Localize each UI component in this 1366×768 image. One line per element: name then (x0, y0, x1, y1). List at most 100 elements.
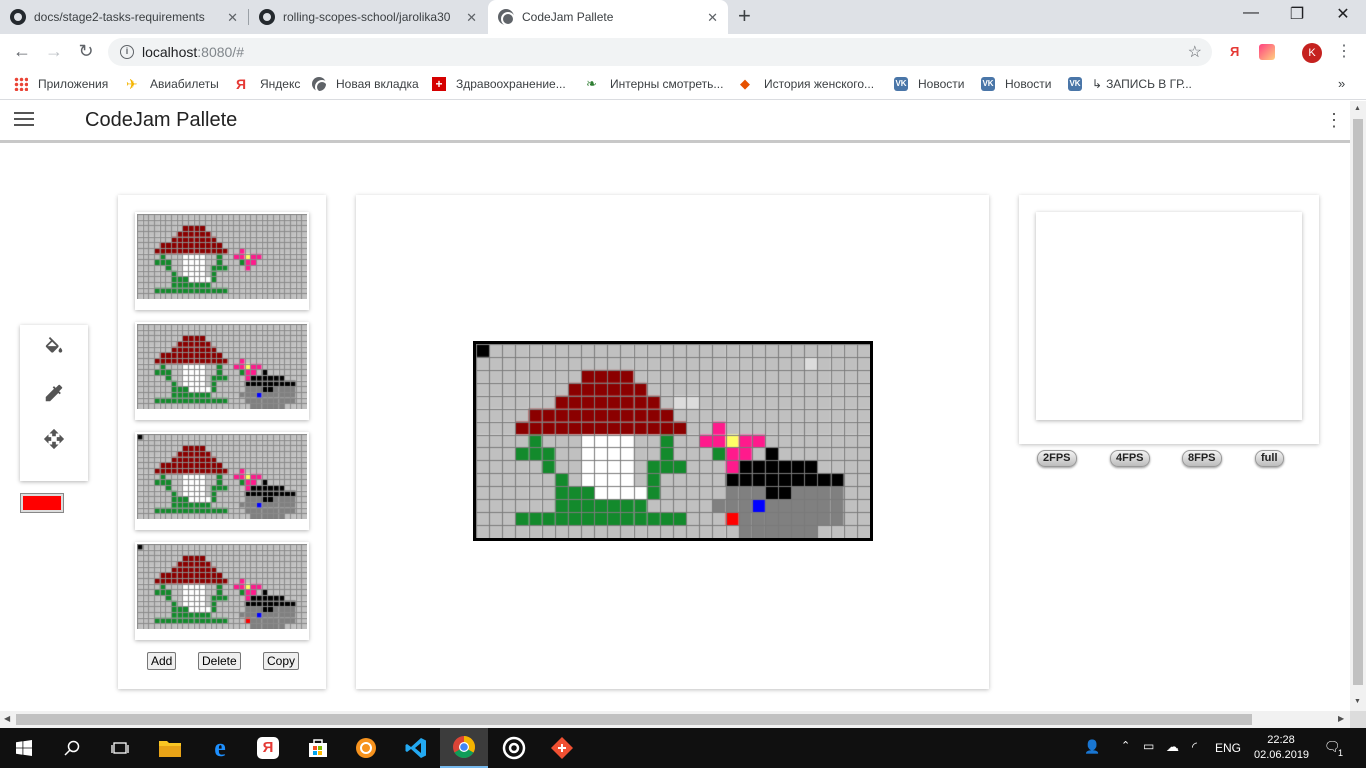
show-hidden-icons[interactable]: ⌃ (1121, 739, 1130, 752)
close-icon[interactable]: ✕ (466, 10, 477, 26)
app-menu-icon[interactable]: ⋮ (1325, 110, 1343, 131)
scroll-left-icon[interactable]: ◀ (4, 714, 10, 723)
battery-icon[interactable]: ▭ (1143, 739, 1154, 753)
reload-button[interactable]: ↻ (75, 41, 97, 62)
bookmark-history[interactable]: ◆ История женского... (740, 77, 874, 92)
minimize-button[interactable]: — (1228, 4, 1274, 22)
move-tool[interactable] (42, 427, 66, 451)
yandex-extension-icon[interactable]: Я (1230, 44, 1239, 59)
current-color-swatch[interactable] (20, 493, 64, 513)
back-button[interactable]: ← (11, 41, 33, 62)
bookmark-new-tab[interactable]: Новая вкладка (312, 77, 419, 94)
horizontal-scrollbar[interactable]: ◀ ▶ (0, 711, 1350, 728)
bookmark-avia[interactable]: ✈ Авиабилеты (126, 77, 219, 91)
color-picker-tool[interactable] (42, 381, 66, 405)
bookmark-yandex[interactable]: Я Яндекс (236, 77, 300, 91)
screen: { "browser": { "tabs": [ {"title": "docs… (0, 0, 1366, 768)
bookmark-label: Новости (1005, 77, 1052, 91)
tools-panel (20, 325, 88, 481)
scroll-down-icon[interactable]: ▼ (1354, 698, 1361, 705)
tab-rolling-scopes[interactable]: rolling-scopes-school/jarolika30 ✕ (249, 0, 487, 34)
github-icon (259, 9, 275, 25)
taskbar-edge[interactable]: e (196, 728, 244, 768)
hamburger-menu-icon[interactable] (14, 112, 34, 128)
page-viewport: CodeJam Pallete ⋮ Add Delete Copy 2FPS 4… (0, 101, 1350, 711)
fullscreen-button[interactable]: full (1255, 450, 1284, 467)
new-tab-button[interactable]: + (738, 5, 751, 27)
frame-thumbnail[interactable] (135, 212, 309, 310)
gradient-extension-icon[interactable] (1259, 44, 1275, 60)
tab-docs[interactable]: docs/stage2-tasks-requirements ✕ (0, 0, 248, 34)
fps-2-button[interactable]: 2FPS (1037, 450, 1077, 467)
scrollbar-thumb[interactable] (1353, 119, 1363, 685)
url-host: localhost (142, 44, 198, 60)
scroll-corner (1350, 711, 1366, 728)
bookmark-record[interactable]: VK ↳ ЗАПИСЬ В ГР... (1068, 77, 1192, 91)
taskbar-chrome[interactable] (440, 728, 488, 768)
people-icon[interactable]: 👤 (1084, 739, 1100, 755)
settings-app-icon (356, 738, 376, 758)
delete-frame-button[interactable]: Delete (198, 652, 241, 670)
forward-button[interactable]: → (43, 41, 65, 62)
scroll-right-icon[interactable]: ▶ (1338, 714, 1344, 723)
window-close-button[interactable]: ✕ (1320, 4, 1366, 24)
clock[interactable]: 22:28 02.06.2019 (1254, 733, 1310, 763)
address-bar[interactable]: i localhost:8080/# ☆ (108, 38, 1212, 66)
preview-panel (1019, 195, 1319, 444)
start-button[interactable] (0, 728, 48, 768)
taskbar-circle-app[interactable] (490, 728, 538, 768)
task-view-button[interactable] (96, 728, 144, 768)
film-icon: ❧ (586, 76, 597, 91)
fps-4-button[interactable]: 4FPS (1110, 450, 1150, 467)
bookmark-apps[interactable]: Приложения (14, 77, 108, 91)
info-icon[interactable]: i (120, 45, 134, 59)
taskbar-yandex-browser[interactable]: Я (244, 728, 292, 768)
bookmark-news-2[interactable]: VK Новости (981, 77, 1051, 91)
fps-8-button[interactable]: 8FPS (1182, 450, 1222, 467)
bookmarks-bar: Приложения ✈ Авиабилеты Я Яндекс Новая в… (0, 70, 1366, 100)
search-icon (64, 740, 80, 756)
more-bookmarks-icon[interactable]: » (1338, 76, 1345, 91)
url-path: :8080/# (197, 44, 244, 60)
avatar[interactable]: K (1302, 43, 1322, 63)
close-icon[interactable]: ✕ (227, 10, 238, 26)
wifi-icon[interactable]: ◜ (1192, 739, 1197, 755)
globe-icon (312, 77, 329, 94)
taskbar-vscode[interactable] (392, 728, 440, 768)
bookmark-star-icon[interactable]: ☆ (1188, 42, 1202, 62)
bookmark-label: Интерны смотреть... (610, 77, 724, 91)
browser-menu-icon[interactable]: ⋮ (1336, 41, 1352, 61)
taskbar-file-explorer[interactable] (146, 728, 194, 768)
plane-icon: ✈ (126, 76, 138, 92)
scroll-up-icon[interactable]: ▲ (1354, 105, 1361, 112)
taskbar-store[interactable] (294, 728, 342, 768)
file-explorer-icon (159, 741, 181, 757)
paint-bucket-icon (45, 337, 63, 353)
vertical-scrollbar[interactable]: ▲ ▼ (1350, 101, 1366, 711)
scrollbar-thumb[interactable] (16, 714, 1252, 725)
git-icon (551, 737, 573, 759)
restore-button[interactable]: ❐ (1274, 4, 1320, 24)
language-indicator[interactable]: ENG (1215, 741, 1241, 755)
taskbar-git[interactable] (538, 728, 586, 768)
tab-codejam[interactable]: CodeJam Pallete ✕ (488, 0, 728, 34)
taskbar-search[interactable] (48, 728, 96, 768)
taskbar-settings-app[interactable] (342, 728, 390, 768)
clock-date: 02.06.2019 (1254, 749, 1310, 761)
apps-icon (14, 77, 28, 91)
frame-thumbnail[interactable] (135, 542, 309, 640)
move-icon (43, 428, 65, 450)
frame-thumbnail[interactable] (135, 322, 309, 420)
frame-thumbnail[interactable] (135, 432, 309, 530)
copy-frame-button[interactable]: Copy (263, 652, 300, 670)
bookmark-health[interactable]: + Здравоохранение... (432, 77, 566, 91)
add-frame-button[interactable]: Add (147, 652, 177, 670)
paint-bucket-tool[interactable] (42, 336, 66, 360)
frame-canvas (137, 434, 307, 519)
drawing-canvas[interactable] (476, 344, 870, 538)
bookmark-news-1[interactable]: VK Новости (894, 77, 964, 91)
bookmark-interns[interactable]: ❧ Интерны смотреть... (586, 76, 724, 92)
github-icon (10, 9, 26, 25)
close-icon[interactable]: ✕ (707, 10, 718, 26)
onedrive-icon[interactable]: ☁ (1166, 739, 1179, 755)
